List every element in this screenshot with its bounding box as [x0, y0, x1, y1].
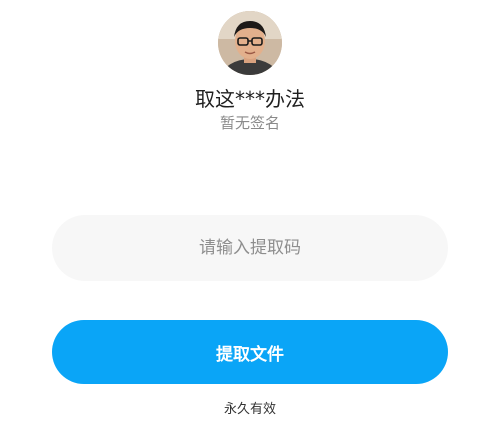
- validity-text: 永久有效: [223, 402, 276, 417]
- share-extract-page: 取这***办法 暂无签名 提取文件 永久有效: [0, 0, 500, 435]
- extract-file-button[interactable]: 提取文件: [52, 320, 448, 384]
- user-avatar-icon: [218, 11, 282, 75]
- username: 取这***办法: [195, 87, 305, 111]
- extraction-code-input[interactable]: [52, 215, 448, 281]
- signature: 暂无签名: [219, 114, 280, 132]
- avatar: [218, 11, 282, 75]
